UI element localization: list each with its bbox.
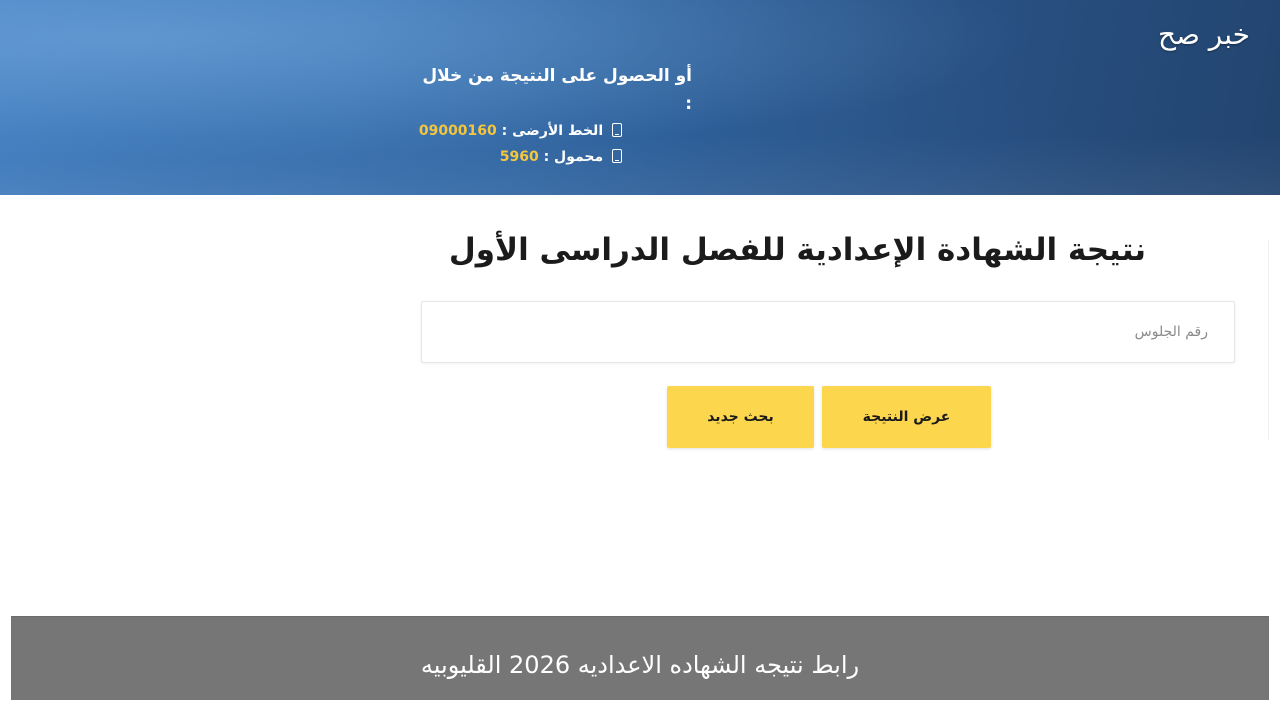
contact-info: أو الحصول على النتيجة من خلال : الخط الأ… — [418, 62, 692, 170]
header-banner: خبر صح أو الحصول على النتيجة من خلال : ا… — [0, 0, 1280, 195]
caption-bar: رابط نتيجه الشهاده الاعداديه 2026 القليو… — [11, 616, 1269, 700]
caption-text: رابط نتيجه الشهاده الاعداديه 2026 القليو… — [420, 651, 860, 679]
mobile-phone-icon — [612, 149, 622, 163]
landline-number: 09000160 — [418, 123, 497, 139]
mobile-number: 5960 — [499, 149, 539, 165]
page-title: نتيجة الشهادة الإعدادية للفصل الدراسى ال… — [448, 232, 1146, 268]
divider — [1268, 240, 1269, 440]
mobile-row: محمول : 5960 — [420, 144, 692, 170]
contact-title: أو الحصول على النتيجة من خلال : — [422, 66, 692, 114]
landline-row: الخط الأرضى : 09000160 — [418, 118, 692, 144]
phone-icon — [612, 123, 622, 137]
show-result-button[interactable]: عرض النتيجة — [822, 386, 991, 448]
site-logo-text[interactable]: خبر صح — [1158, 18, 1250, 51]
mobile-label: محمول : — [543, 149, 604, 165]
seat-number-input[interactable] — [421, 301, 1235, 363]
new-search-button[interactable]: بحث جديد — [667, 386, 814, 448]
landline-label: الخط الأرضى : — [501, 123, 604, 139]
